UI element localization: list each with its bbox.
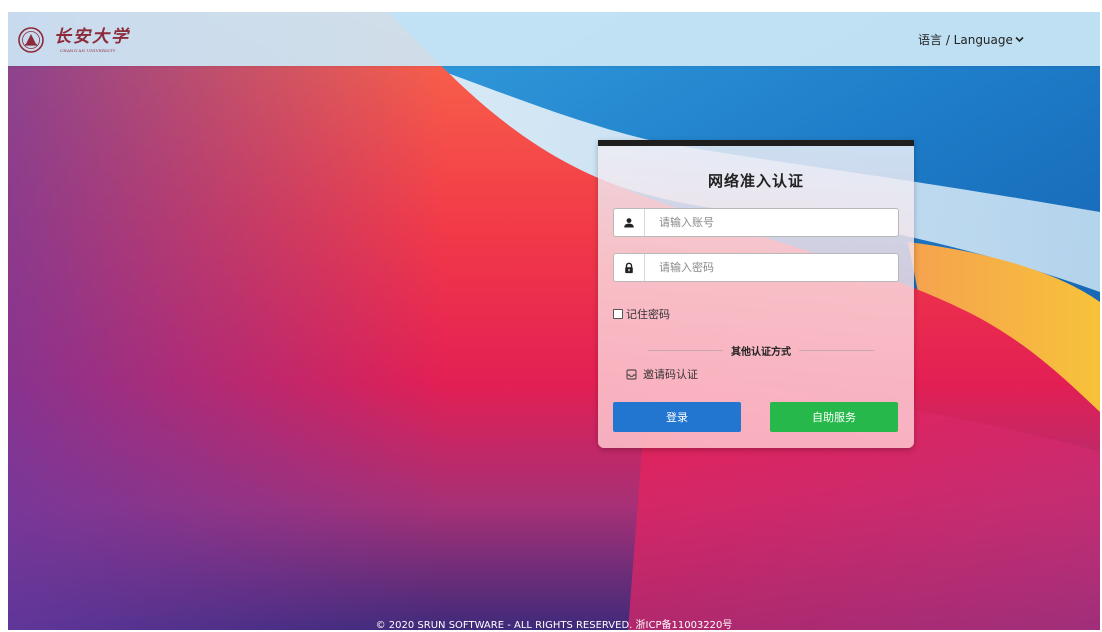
self-service-button[interactable]: 自助服务: [770, 402, 898, 432]
inbox-icon: [626, 369, 637, 379]
username-field: [613, 208, 899, 237]
remember-password-checkbox[interactable]: [613, 309, 623, 319]
card-top-bar: [598, 140, 914, 146]
remember-password[interactable]: 记住密码: [613, 306, 670, 322]
lock-icon: [614, 254, 645, 281]
background-wallpaper: [8, 12, 1100, 630]
logo-english-name: CHANG'AN UNIVERSITY: [60, 47, 116, 53]
page-viewport: 长安大学 CHANG'AN UNIVERSITY 语言 / Language 网…: [8, 12, 1100, 630]
divider-line-right: [799, 349, 874, 351]
language-label: 语言 / Language: [918, 33, 1013, 47]
password-field: [613, 253, 899, 282]
top-header: 长安大学 CHANG'AN UNIVERSITY 语言 / Language: [8, 12, 1100, 66]
invite-code-label: 邀请码认证: [643, 368, 698, 381]
chevron-down-icon: [1015, 36, 1024, 43]
footer-copyright: © 2020 SRUN SOFTWARE - ALL RIGHTS RESERV…: [375, 620, 733, 630]
university-logo[interactable]: 长安大学 CHANG'AN UNIVERSITY: [18, 22, 130, 58]
other-methods-label: 其他认证方式: [731, 346, 791, 358]
password-input[interactable]: [645, 255, 898, 280]
login-card: 网络准入认证 记住密码: [598, 140, 914, 448]
user-icon: [614, 209, 645, 236]
username-input[interactable]: [645, 210, 898, 235]
logo-chinese-name: 长安大学: [54, 26, 130, 47]
other-methods-divider: 其他认证方式: [648, 344, 874, 358]
divider-line-left: [648, 349, 723, 351]
remember-password-label: 记住密码: [626, 308, 670, 321]
language-selector[interactable]: 语言 / Language: [918, 31, 1024, 48]
logo-text: 长安大学 CHANG'AN UNIVERSITY: [54, 22, 130, 58]
login-button[interactable]: 登录: [613, 402, 741, 432]
invite-code-auth-link[interactable]: 邀请码认证: [626, 366, 698, 382]
university-seal-icon: [18, 27, 44, 53]
login-title: 网络准入认证: [707, 172, 804, 190]
